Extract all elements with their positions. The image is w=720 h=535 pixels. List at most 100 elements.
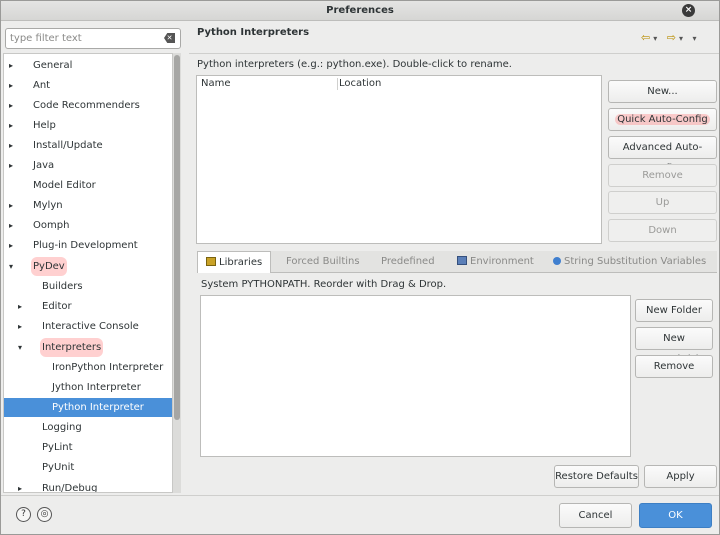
restore-defaults-button[interactable]: Restore Defaults (554, 465, 639, 488)
filter-placeholder: type filter text (10, 33, 82, 44)
tree-item-java[interactable]: ▸ Java (4, 156, 172, 175)
tree-item-interpreters[interactable]: ▾ Interpreters (4, 338, 172, 357)
tree-item-pydev[interactable]: ▾ PyDev (4, 257, 172, 276)
back-arrow-icon[interactable]: ⇦ (641, 31, 653, 44)
tree-item-builders[interactable]: Builders (4, 277, 172, 296)
tree-item-label: Run/Debug (42, 483, 98, 493)
tree-item-plugin-development[interactable]: ▸ Plug-in Development (4, 236, 172, 255)
tree-scrollbar-thumb[interactable] (174, 55, 180, 420)
new-folder-button[interactable]: New Folder (635, 299, 713, 322)
column-separator (337, 78, 338, 90)
tree-item-oomph[interactable]: ▸ Oomph (4, 216, 172, 235)
quick-auto-config-button[interactable]: Quick Auto-Config (608, 108, 717, 131)
tree-item-label: PyDev (31, 257, 67, 276)
tree-item-pylint[interactable]: PyLint (4, 438, 172, 457)
remove-interpreter-button[interactable]: Remove (608, 164, 717, 187)
close-icon[interactable]: × (682, 4, 695, 17)
expand-arrow-icon[interactable]: ▸ (9, 236, 13, 255)
tree-item-pyunit[interactable]: PyUnit (4, 458, 172, 477)
tree-item-label: Ant (33, 80, 51, 91)
tree-item-label: Logging (42, 422, 82, 433)
environment-icon (457, 256, 467, 265)
expand-arrow-icon[interactable]: ▸ (9, 216, 13, 235)
tree-item-model-editor[interactable]: Model Editor (4, 176, 172, 195)
expand-arrow-icon[interactable]: ▸ (9, 116, 13, 135)
tree-item-label: IronPython Interpreter (52, 362, 164, 373)
expand-arrow-icon[interactable]: ▸ (9, 96, 13, 115)
libraries-icon (206, 257, 216, 266)
expand-arrow-icon[interactable]: ▸ (9, 196, 13, 215)
tab-label: String Substitution Variables (564, 256, 707, 267)
advanced-auto-config-button[interactable]: Advanced Auto-Config (608, 136, 717, 174)
expand-arrow-icon[interactable]: ▸ (9, 156, 13, 175)
tree-scrollbar[interactable] (173, 53, 181, 493)
tree-item-label: Help (33, 120, 56, 131)
tab-label: Forced Builtins (286, 256, 360, 267)
tree-item-label: Mylyn (33, 200, 63, 211)
forward-dropdown-icon[interactable]: ▾ (679, 34, 686, 43)
move-up-button[interactable]: Up (608, 191, 717, 214)
tree-item-label: General (33, 60, 73, 71)
preferences-window: Preferences × type filter text ✕ ▸ Gener… (0, 0, 720, 535)
tab-label: Environment (470, 256, 534, 267)
tree-item-label: PyLint (42, 442, 73, 453)
tree-item-code-recommenders[interactable]: ▸ Code Recommenders (4, 96, 172, 115)
tree-item-label: Oomph (33, 220, 70, 231)
tree-item-interactive-console[interactable]: ▸ Interactive Console (4, 317, 172, 336)
tab-environment[interactable]: Environment (457, 251, 534, 273)
tab-predefined[interactable]: Predefined (381, 251, 435, 273)
filter-input[interactable]: type filter text ✕ (5, 28, 181, 49)
tree-item-python-interpreter[interactable]: Python Interpreter (4, 398, 172, 417)
tree-item-label: Jython Interpreter (52, 382, 141, 393)
tree-item-ironpython-interpreter[interactable]: IronPython Interpreter (4, 358, 172, 377)
expand-arrow-icon[interactable]: ▸ (18, 297, 22, 316)
tree-item-general[interactable]: ▸ General (4, 56, 172, 75)
tree-item-jython-interpreter[interactable]: Jython Interpreter (4, 378, 172, 397)
column-header-location[interactable]: Location (339, 78, 381, 89)
cancel-button[interactable]: Cancel (559, 503, 632, 528)
help-icon[interactable]: ? (16, 507, 31, 522)
view-menu-icon[interactable]: ▾ (692, 34, 699, 43)
clear-filter-icon[interactable]: ✕ (164, 33, 175, 43)
remove-library-button[interactable]: Remove (635, 355, 713, 378)
pythonpath-list[interactable] (200, 295, 631, 457)
expand-arrow-icon[interactable]: ▸ (9, 56, 13, 75)
tree-item-label: Java (33, 160, 55, 171)
page-title: Python Interpreters (197, 27, 310, 38)
tree-item-logging[interactable]: Logging (4, 418, 172, 437)
expand-arrow-icon[interactable]: ▸ (18, 479, 22, 492)
tree-item-label: Interpreters (40, 338, 104, 357)
expand-arrow-icon[interactable]: ▸ (9, 76, 13, 95)
quick-auto-config-label: Quick Auto-Config (615, 114, 710, 125)
expand-arrow-icon[interactable]: ▸ (9, 136, 13, 155)
tree-item-label: Model Editor (33, 180, 96, 191)
title-bar: Preferences × (1, 1, 719, 21)
tab-libraries[interactable]: Libraries (197, 251, 272, 273)
new-interpreter-button[interactable]: New... (608, 80, 717, 103)
collapse-arrow-icon[interactable]: ▾ (18, 338, 22, 357)
tree-item-label: Builders (42, 281, 83, 292)
import-export-icon[interactable]: ◎ (37, 507, 52, 522)
tree-item-label: Interactive Console (42, 321, 139, 332)
collapse-arrow-icon[interactable]: ▾ (9, 257, 13, 276)
expand-arrow-icon[interactable]: ▸ (18, 317, 22, 336)
tree-item-run-debug[interactable]: ▸ Run/Debug (4, 479, 172, 493)
tree-item-ant[interactable]: ▸ Ant (4, 76, 172, 95)
tab-forced-builtins[interactable]: Forced Builtins (286, 251, 360, 273)
tree-item-install-update[interactable]: ▸ Install/Update (4, 136, 172, 155)
column-header-name[interactable]: Name (201, 78, 231, 89)
interpreters-table[interactable]: Name Location (196, 75, 602, 244)
forward-arrow-icon[interactable]: ⇨ (667, 31, 679, 44)
new-egg-zip-button[interactable]: New Egg/Zip(s) (635, 327, 713, 365)
apply-button[interactable]: Apply (644, 465, 717, 488)
back-dropdown-icon[interactable]: ▾ (653, 34, 660, 43)
ok-button[interactable]: OK (639, 503, 712, 528)
move-down-button[interactable]: Down (608, 219, 717, 242)
tree-item-mylyn[interactable]: ▸ Mylyn (4, 196, 172, 215)
tree-item-help[interactable]: ▸ Help (4, 116, 172, 135)
tree-item-editor[interactable]: ▸ Editor (4, 297, 172, 316)
tab-string-substitution-variables[interactable]: String Substitution Variables (553, 251, 706, 273)
tree-item-label: Editor (42, 301, 72, 312)
tree-item-label: Install/Update (33, 140, 103, 151)
window-title: Preferences (326, 5, 394, 16)
